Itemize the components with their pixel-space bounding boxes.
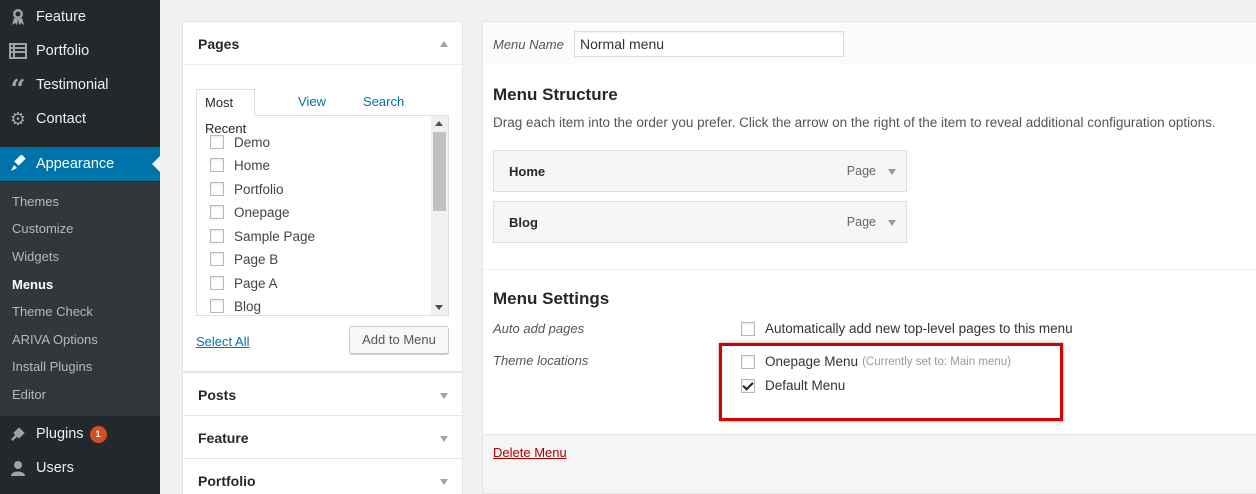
submenu-item-widgets[interactable]: Widgets [12, 249, 59, 264]
menu-name-input[interactable] [574, 31, 844, 57]
page-label: Blog [234, 298, 262, 314]
sidebar-item-users[interactable]: Users [0, 451, 160, 485]
admin-sidebar: Feature Portfolio “ Testimonial ⚙ Contac… [0, 0, 160, 494]
award-icon [0, 0, 36, 34]
scroll-up-icon[interactable] [435, 121, 443, 126]
submenu-item-install-plugins[interactable]: Install Plugins [12, 359, 92, 374]
checkbox[interactable] [210, 229, 224, 243]
expand-arrow-icon[interactable] [440, 436, 448, 442]
page-label: Page A [234, 275, 278, 291]
checkbox[interactable] [210, 205, 224, 219]
list-item[interactable]: Onepage [210, 203, 290, 221]
select-all-link[interactable]: Select All [196, 334, 249, 349]
list-item[interactable]: Page B [210, 250, 278, 268]
sidebar-item-label: Contact [36, 111, 86, 127]
delete-menu-link[interactable]: Delete Menu [493, 445, 567, 460]
submenu-item-editor[interactable]: Editor [12, 387, 46, 402]
tab-view-all[interactable]: View All [298, 89, 326, 135]
paintbrush-icon [0, 147, 36, 181]
list-item[interactable]: Sample Page [210, 227, 315, 245]
list-item[interactable]: Home [210, 156, 270, 174]
gear-icon: ⚙ [9, 108, 27, 129]
portfolio-metabox[interactable]: Portfolio [182, 458, 463, 494]
list-item[interactable]: Portfolio [210, 180, 284, 198]
sidebar-item-label: Feature [36, 9, 86, 25]
submenu-item-themes[interactable]: Themes [12, 194, 59, 209]
update-count-badge: 1 [89, 425, 107, 443]
sidebar-item-label: Appearance [36, 156, 115, 172]
theme-locations-label: Theme locations [493, 353, 589, 368]
current-indicator [152, 156, 160, 172]
auto-add-pages-label: Auto add pages [493, 321, 585, 336]
sidebar-item-testimonial[interactable]: “ Testimonial [0, 68, 160, 105]
auto-add-text: Automatically add new top-level pages to… [765, 321, 1073, 336]
menu-settings-heading: Menu Settings [493, 289, 610, 308]
sidebar-item-label: Plugins [36, 426, 84, 442]
menu-item-title: Home [509, 164, 546, 179]
collapse-arrow-icon[interactable] [440, 41, 448, 47]
pages-box-title[interactable]: Pages [198, 36, 239, 52]
add-to-menu-button[interactable]: Add to Menu [349, 326, 449, 354]
sidebar-item-feature[interactable]: Feature [0, 0, 160, 34]
tab-most-recent[interactable]: Most Recent [196, 89, 256, 136]
sidebar-item-label: Testimonial [36, 77, 109, 93]
list-item[interactable]: Blog [210, 297, 261, 315]
chevron-down-icon[interactable] [888, 169, 896, 175]
page-label: Home [234, 157, 271, 173]
chevron-down-icon[interactable] [888, 220, 896, 226]
menu-item-type: Page [846, 164, 876, 178]
pages-checklist: Demo Home Portfolio Onepage Sample Page … [196, 115, 449, 316]
scroll-down-icon[interactable] [435, 305, 443, 310]
portfolio-box-title[interactable]: Portfolio [198, 473, 256, 489]
feature-box-title[interactable]: Feature [198, 430, 249, 446]
list-item[interactable]: Page A [210, 274, 278, 292]
auto-add-option[interactable]: Automatically add new top-level pages to… [741, 321, 1073, 336]
checkbox[interactable] [210, 299, 224, 313]
menu-item-blog[interactable]: Blog Page [493, 201, 907, 243]
expand-arrow-icon[interactable] [440, 479, 448, 485]
divider [183, 64, 462, 65]
sidebar-item-label: Users [36, 460, 74, 476]
sidebar-item-contact[interactable]: ⚙ Contact [0, 102, 160, 136]
tab-search[interactable]: Search [363, 89, 404, 116]
sidebar-item-plugins[interactable]: Plugins 1 [0, 417, 160, 451]
scroll-thumb[interactable] [433, 132, 446, 211]
checkbox[interactable] [210, 252, 224, 266]
menu-footer [482, 434, 1256, 494]
plugin-icon [0, 417, 36, 451]
appearance-submenu: Themes Customize Widgets Menus Theme Che… [0, 182, 160, 416]
submenu-item-ariva-options[interactable]: ARIVA Options [12, 332, 98, 347]
submenu-item-menus[interactable]: Menus [12, 277, 53, 292]
sidebar-item-label: Portfolio [36, 43, 90, 59]
menu-structure-heading: Menu Structure [493, 85, 618, 104]
scrollbar[interactable] [431, 116, 448, 315]
checkbox[interactable] [210, 182, 224, 196]
posts-box-title[interactable]: Posts [198, 387, 236, 403]
checkbox[interactable] [210, 158, 224, 172]
divider [483, 269, 1256, 270]
user-icon [0, 451, 36, 485]
posts-metabox[interactable]: Posts [182, 372, 463, 416]
menu-structure-description: Drag each item into the order you prefer… [493, 115, 1216, 130]
quote-icon: “ [10, 75, 26, 105]
sidebar-item-portfolio[interactable]: Portfolio [0, 34, 160, 68]
portfolio-icon [0, 34, 36, 68]
checkbox[interactable] [210, 276, 224, 290]
checkbox[interactable] [741, 321, 755, 336]
menu-item-type: Page [846, 215, 876, 229]
expand-arrow-icon[interactable] [440, 393, 448, 399]
submenu-item-customize[interactable]: Customize [12, 221, 73, 236]
page-label: Sample Page [234, 228, 316, 244]
menu-name-label: Menu Name [493, 37, 564, 52]
menu-item-title: Blog [509, 215, 538, 230]
submenu-item-theme-check[interactable]: Theme Check [12, 304, 93, 319]
highlight-annotation [719, 343, 1063, 421]
page-label: Onepage [234, 204, 290, 220]
page-label: Page B [234, 251, 279, 267]
page-label: Portfolio [234, 181, 284, 197]
feature-metabox[interactable]: Feature [182, 415, 463, 459]
sidebar-item-appearance[interactable]: Appearance [0, 147, 160, 181]
menu-item-home[interactable]: Home Page [493, 150, 907, 192]
